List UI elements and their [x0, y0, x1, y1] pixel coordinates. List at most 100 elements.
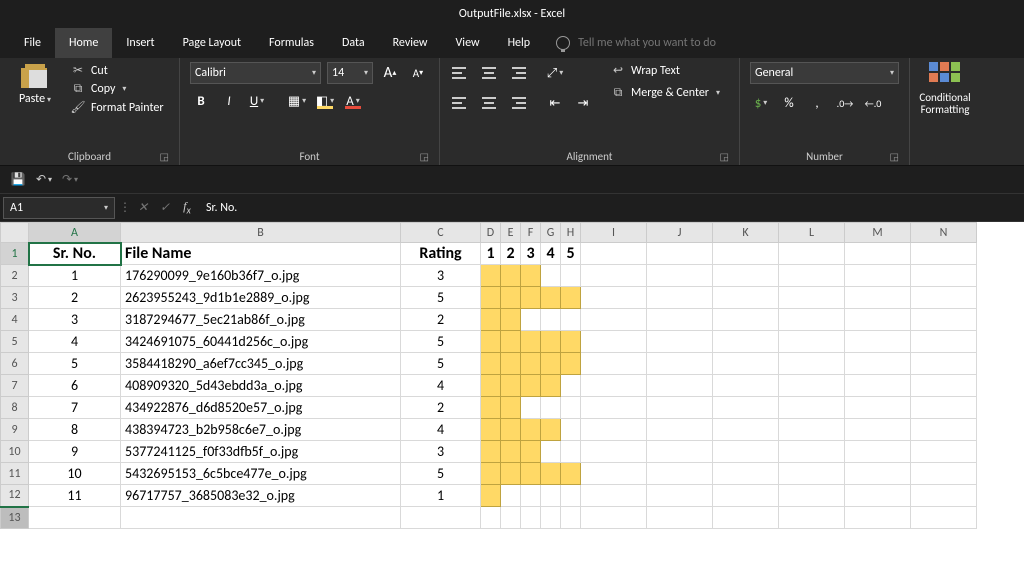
wrap-text-button[interactable]: ↩Wrap Text	[608, 62, 722, 79]
cell-B12[interactable]: 96717757_3685083e32_o.jpg	[121, 485, 401, 507]
increase-decimal-button[interactable]: .0→	[834, 92, 856, 114]
cell-E8[interactable]	[501, 397, 521, 419]
cell-M1[interactable]	[845, 243, 911, 265]
row-header-13[interactable]: 13	[1, 507, 29, 529]
cell-I7[interactable]	[581, 375, 647, 397]
underline-button[interactable]: U▾	[246, 90, 268, 112]
cell-C2[interactable]: 3	[401, 265, 481, 287]
cell-D10[interactable]	[481, 441, 501, 463]
cell-E11[interactable]	[501, 463, 521, 485]
cell-B4[interactable]: 3187294677_5ec21ab86f_o.jpg	[121, 309, 401, 331]
cell-K5[interactable]	[713, 331, 779, 353]
cell-H10[interactable]	[561, 441, 581, 463]
row-header-7[interactable]: 7	[1, 375, 29, 397]
cell-K9[interactable]	[713, 419, 779, 441]
align-top-button[interactable]	[450, 62, 472, 84]
cell-G7[interactable]	[541, 375, 561, 397]
cell-H13[interactable]	[561, 507, 581, 529]
tell-me-search[interactable]	[556, 28, 798, 58]
dialog-launcher-icon[interactable]: ◲	[890, 150, 899, 163]
cell-K1[interactable]	[713, 243, 779, 265]
decrease-indent-button[interactable]: ⇤	[544, 92, 566, 114]
cell-J8[interactable]	[647, 397, 713, 419]
bold-button[interactable]: B	[190, 90, 212, 112]
column-header-G[interactable]: G	[541, 223, 561, 243]
column-header-B[interactable]: B	[121, 223, 401, 243]
cell-J3[interactable]	[647, 287, 713, 309]
cell-B3[interactable]: 2623955243_9d1b1e2889_o.jpg	[121, 287, 401, 309]
cell-C6[interactable]: 5	[401, 353, 481, 375]
cell-D9[interactable]	[481, 419, 501, 441]
cell-L2[interactable]	[779, 265, 845, 287]
cell-H2[interactable]	[561, 265, 581, 287]
cell-N2[interactable]	[911, 265, 977, 287]
align-center-button[interactable]	[478, 92, 500, 114]
cell-E5[interactable]	[501, 331, 521, 353]
cell-B1[interactable]: File Name	[121, 243, 401, 265]
tab-file[interactable]: File	[10, 28, 55, 58]
cell-E9[interactable]	[501, 419, 521, 441]
cell-C3[interactable]: 5	[401, 287, 481, 309]
cell-N4[interactable]	[911, 309, 977, 331]
cell-E6[interactable]	[501, 353, 521, 375]
fill-color-button[interactable]: ◧▾	[314, 90, 336, 112]
tab-view[interactable]: View	[442, 28, 494, 58]
fx-icon[interactable]: fx	[176, 199, 198, 216]
cell-F1[interactable]: 3	[521, 243, 541, 265]
row-header-9[interactable]: 9	[1, 419, 29, 441]
row-header-4[interactable]: 4	[1, 309, 29, 331]
cell-F8[interactable]	[521, 397, 541, 419]
cell-B6[interactable]: 3584418290_a6ef7cc345_o.jpg	[121, 353, 401, 375]
cell-H5[interactable]	[561, 331, 581, 353]
align-middle-button[interactable]	[478, 62, 500, 84]
cell-G8[interactable]	[541, 397, 561, 419]
cell-D6[interactable]	[481, 353, 501, 375]
cell-J2[interactable]	[647, 265, 713, 287]
row-header-5[interactable]: 5	[1, 331, 29, 353]
cell-B7[interactable]: 408909320_5d43ebdd3a_o.jpg	[121, 375, 401, 397]
undo-button[interactable]: ↶▾	[36, 172, 52, 188]
cell-L6[interactable]	[779, 353, 845, 375]
font-size-combo[interactable]: 14▾	[327, 62, 373, 84]
cell-K7[interactable]	[713, 375, 779, 397]
dialog-launcher-icon[interactable]: ◲	[720, 150, 729, 163]
cell-N5[interactable]	[911, 331, 977, 353]
cell-E13[interactable]	[501, 507, 521, 529]
cell-A3[interactable]: 2	[29, 287, 121, 309]
cell-F13[interactable]	[521, 507, 541, 529]
percent-format-button[interactable]: %	[778, 92, 800, 114]
cell-C12[interactable]: 1	[401, 485, 481, 507]
cell-D8[interactable]	[481, 397, 501, 419]
cell-M8[interactable]	[845, 397, 911, 419]
cell-M4[interactable]	[845, 309, 911, 331]
decrease-font-icon[interactable]: A▾	[407, 62, 429, 84]
cell-H6[interactable]	[561, 353, 581, 375]
cell-M10[interactable]	[845, 441, 911, 463]
borders-button[interactable]: ▦▾	[286, 90, 308, 112]
cell-L12[interactable]	[779, 485, 845, 507]
enter-icon[interactable]: ✓	[154, 200, 176, 215]
cell-G9[interactable]	[541, 419, 561, 441]
font-color-button[interactable]: A▾	[342, 90, 364, 112]
cell-L9[interactable]	[779, 419, 845, 441]
column-header-F[interactable]: F	[521, 223, 541, 243]
cell-D5[interactable]	[481, 331, 501, 353]
select-all-corner[interactable]	[1, 223, 29, 243]
cell-E3[interactable]	[501, 287, 521, 309]
cell-G1[interactable]: 4	[541, 243, 561, 265]
cell-G5[interactable]	[541, 331, 561, 353]
cell-G2[interactable]	[541, 265, 561, 287]
cell-I6[interactable]	[581, 353, 647, 375]
cell-H12[interactable]	[561, 485, 581, 507]
cell-C11[interactable]: 5	[401, 463, 481, 485]
tab-help[interactable]: Help	[494, 28, 545, 58]
cell-D7[interactable]	[481, 375, 501, 397]
cell-L1[interactable]	[779, 243, 845, 265]
cell-N9[interactable]	[911, 419, 977, 441]
cell-B2[interactable]: 176290099_9e160b36f7_o.jpg	[121, 265, 401, 287]
column-header-I[interactable]: I	[581, 223, 647, 243]
tab-formulas[interactable]: Formulas	[255, 28, 328, 58]
cell-F10[interactable]	[521, 441, 541, 463]
align-left-button[interactable]	[450, 92, 472, 114]
cell-K12[interactable]	[713, 485, 779, 507]
